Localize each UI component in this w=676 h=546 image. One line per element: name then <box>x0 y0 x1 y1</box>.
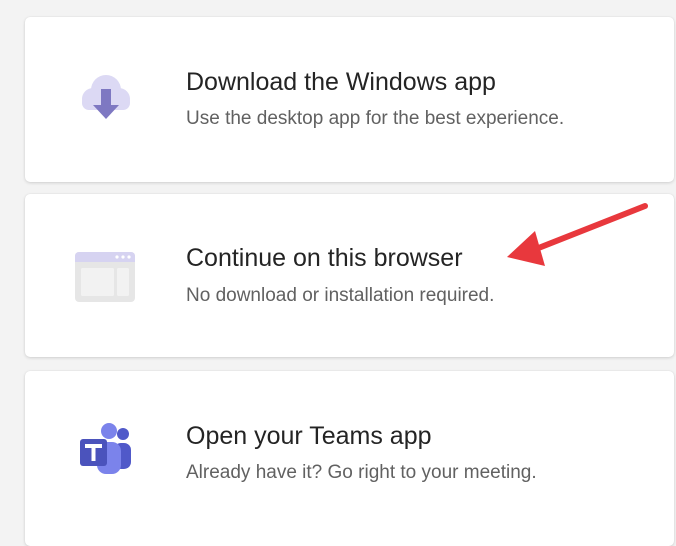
option-title: Continue on this browser <box>186 244 463 272</box>
option-subtitle: Use the desktop app for the best experie… <box>186 108 565 129</box>
browser-window-icon <box>73 244 137 308</box>
teams-logo-icon <box>73 419 137 483</box>
download-windows-app-option[interactable]: Download the Windows app Use the desktop… <box>25 17 674 182</box>
option-title: Download the Windows app <box>186 68 496 96</box>
option-subtitle: No download or installation required. <box>186 285 495 306</box>
open-teams-app-option[interactable]: Open your Teams app Already have it? Go … <box>25 371 674 546</box>
option-title: Open your Teams app <box>186 422 432 450</box>
continue-on-browser-option[interactable]: Continue on this browser No download or … <box>25 194 674 357</box>
cloud-download-icon <box>73 65 137 129</box>
option-subtitle: Already have it? Go right to your meetin… <box>186 462 537 483</box>
